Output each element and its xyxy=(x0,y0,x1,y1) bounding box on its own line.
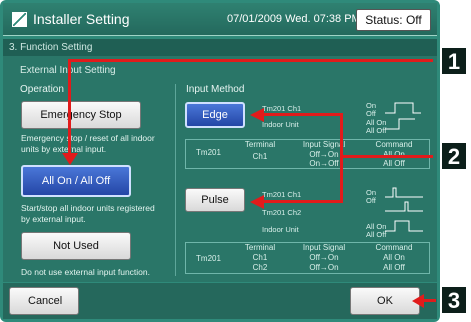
all-on-off-button[interactable]: All On / All Off xyxy=(21,165,131,197)
callout1-line-h xyxy=(68,59,433,62)
edge-waveform-icon xyxy=(385,102,421,130)
callout-3: 3 xyxy=(440,285,468,315)
callout2-line-v xyxy=(340,113,343,203)
app-title: Installer Setting xyxy=(33,11,130,27)
edge-table-header-input: Input Signal xyxy=(302,140,346,149)
status-badge: Status: Off xyxy=(356,9,431,31)
column-divider xyxy=(175,84,176,276)
input-method-label: Input Method xyxy=(186,84,245,95)
callout3-arrowhead-icon xyxy=(412,294,424,308)
pulse-table-sig2: Off→On xyxy=(309,263,339,272)
edge-alloff-label: All Off xyxy=(366,126,387,135)
pulse-table-tm: Tm201 xyxy=(196,254,221,263)
pulse-table-ch2: Ch2 xyxy=(252,263,268,272)
ok-button[interactable]: OK xyxy=(350,287,420,315)
title-bar: Installer Setting 07/01/2009 Wed. 07:38 … xyxy=(3,3,437,36)
callout-1: 1 xyxy=(440,46,468,76)
pulse-table-header-command: Command xyxy=(375,243,413,252)
edge-table: Tm201 Terminal Input Signal Command Ch1 … xyxy=(185,139,430,169)
edge-button[interactable]: Edge xyxy=(185,102,245,128)
emergency-stop-desc: Emergency stop / reset of all indoor uni… xyxy=(21,133,155,154)
edge-table-cmd2: All Off xyxy=(383,159,405,168)
pulse-button[interactable]: Pulse xyxy=(185,188,245,212)
not-used-desc: Do not use external input function. xyxy=(21,267,150,277)
edge-table-header-terminal: Terminal xyxy=(244,140,276,149)
app-icon xyxy=(12,12,27,27)
callout3-line xyxy=(422,299,436,302)
not-used-button[interactable]: Not Used xyxy=(21,232,131,260)
operation-label: Operation xyxy=(20,84,64,95)
callout2-line-h xyxy=(340,155,433,158)
callout1-line-v xyxy=(68,59,71,159)
edge-table-ch: Ch1 xyxy=(252,152,268,161)
breadcrumb: 3. Function Setting xyxy=(3,39,437,56)
pulse-table-header-terminal: Terminal xyxy=(244,243,276,252)
pulse-table-cmd2: All Off xyxy=(383,263,405,272)
callout2-line-top xyxy=(263,113,343,116)
datetime-display: 07/01/2009 Wed. 07:38 PM xyxy=(227,13,361,25)
emergency-stop-button[interactable]: Emergency Stop xyxy=(21,101,141,129)
pulse-table-sig1: Off→On xyxy=(309,253,339,262)
pulse-ch2-label: Tm201 Ch2 xyxy=(262,208,302,217)
callout1-arrowhead-icon xyxy=(62,153,78,165)
edge-channel-label: Tm201 Ch1 xyxy=(262,104,302,113)
pulse-table-header-input: Input Signal xyxy=(302,243,346,252)
pulse-alloff-label: All Off xyxy=(366,230,387,239)
all-on-off-desc: Start/stop all indoor units registered b… xyxy=(21,203,155,224)
edge-indoor-label: Indoor Unit xyxy=(262,120,299,129)
edge-table-sig2: On→Off xyxy=(309,159,339,168)
edge-off-label: Off xyxy=(366,109,376,118)
pulse-indoor-label: Indoor Unit xyxy=(262,225,299,234)
callout2-arrowhead-top-icon xyxy=(250,108,264,122)
edge-table-header-command: Command xyxy=(375,140,413,149)
pulse-table-ch1: Ch1 xyxy=(252,253,268,262)
cancel-button[interactable]: Cancel xyxy=(9,287,79,315)
callout2-line-bottom xyxy=(263,200,343,203)
callout2-arrowhead-bottom-icon xyxy=(250,195,264,209)
callout-2: 2 xyxy=(440,141,468,171)
pulse-waveform-icon xyxy=(385,187,423,232)
pulse-table-cmd1: All On xyxy=(383,253,405,262)
pulse-off-label: Off xyxy=(366,196,376,205)
pulse-table: Tm201 Terminal Input Signal Command Ch1 … xyxy=(185,242,430,274)
edge-table-tm: Tm201 xyxy=(196,148,221,157)
pulse-ch1-label: Tm201 Ch1 xyxy=(262,190,302,199)
